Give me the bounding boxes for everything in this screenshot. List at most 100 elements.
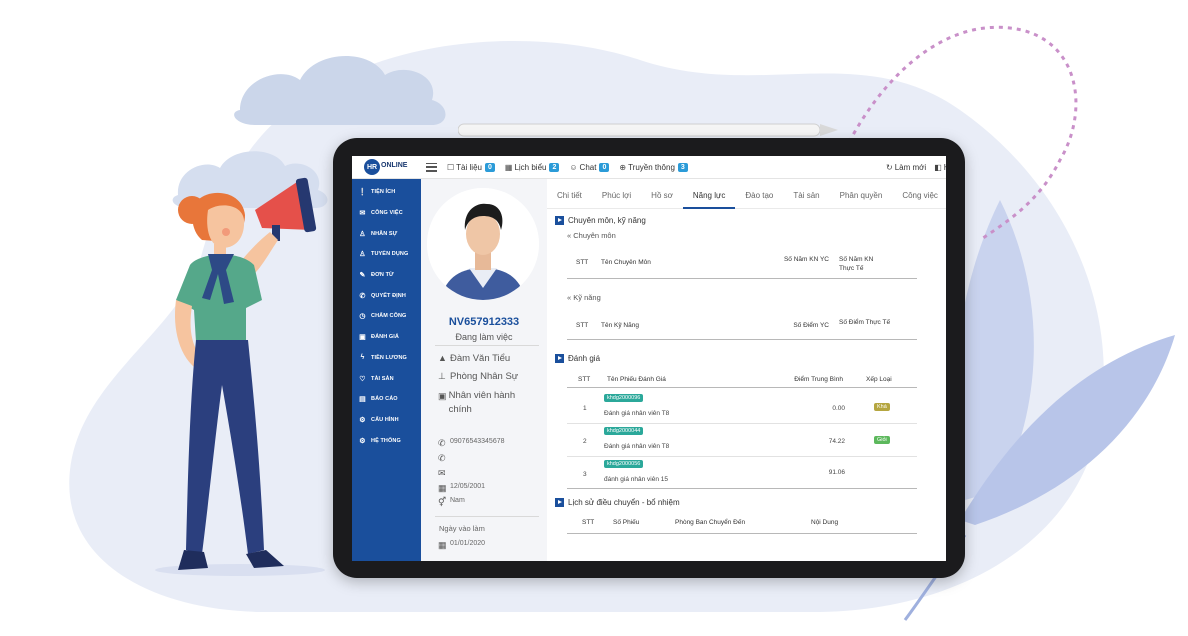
tab-details[interactable]: Chi tiết: [547, 179, 592, 209]
profile-panel: NV657912333 Đang làm việc ▲ Đàm Văn Tiểu…: [421, 179, 547, 561]
evaluation-code-tag[interactable]: khdg2000044: [604, 427, 644, 435]
row-divider: [567, 456, 917, 457]
salary-icon: ϟ: [360, 354, 365, 362]
history-title: Lịch sử điều chuyển - bổ nhiệm: [568, 498, 680, 507]
sidebar-item-label: CHẤM CÔNG: [371, 313, 407, 320]
employee-department-row: ⊥ Phòng Nhân Sự: [438, 371, 518, 382]
sidebar-item-config[interactable]: ⚙ CẤU HÌNH: [352, 410, 421, 431]
sidebar-item-salary[interactable]: ϟ TIỀN LƯƠNG: [352, 348, 421, 369]
expertise-header-required: Số Năm KN YC: [783, 256, 829, 263]
table-divider: [567, 387, 917, 388]
section-toggle-icon: [555, 216, 564, 225]
mail-icon: ✉: [438, 468, 446, 478]
evaluation-row-name[interactable]: Đánh giá nhân viên T8: [604, 443, 669, 450]
sidebar: ❕ TIỆN ÍCH ✉ CÔNG VIỆC ♙ NHÂN SỰ ♙ TUYỂN DỤN…: [352, 179, 421, 561]
app-logo[interactable]: HR ONLINE: [364, 158, 410, 176]
tab-work[interactable]: Công việc: [892, 179, 946, 209]
join-date: 01/01/2020: [450, 540, 486, 547]
tab-benefits[interactable]: Phúc lợi: [592, 179, 641, 209]
config-icon: ⚙: [359, 416, 366, 424]
avatar: [427, 188, 539, 300]
skill-subtitle: « Kỹ năng: [567, 293, 601, 302]
topbar-media[interactable]: ⊕ Truyền thông 3: [619, 162, 688, 172]
topbar-media-badge: 3: [677, 162, 688, 172]
history-header-number: Số Phiếu: [613, 519, 640, 526]
sidebar-item-assets[interactable]: ♡ TÀI SẢN: [352, 368, 421, 389]
topbar-documents-label: Tài liệu: [456, 162, 482, 172]
profile-menu-label: Hồ: [944, 163, 946, 172]
sidebar-item-label: TUYỂN DỤNG: [371, 251, 409, 258]
skill-header-stt: STT: [576, 322, 589, 329]
profile-icon: ◧: [934, 162, 942, 172]
report-icon: ▤: [359, 396, 366, 404]
skill-header-actual: Số Điểm Thực Tế: [839, 319, 891, 326]
profile-menu[interactable]: ◧ Hồ: [934, 163, 946, 172]
history-section-title[interactable]: Lịch sử điều chuyển - bổ nhiệm: [555, 498, 680, 507]
sidebar-item-reports[interactable]: ▤ BÁO CÁO: [352, 389, 421, 410]
sidebar-item-label: CÔNG VIỆC: [371, 210, 403, 217]
topbar-media-label: Truyền thông: [628, 162, 675, 172]
sidebar-item-decisions[interactable]: ✆ QUYẾT ĐỊNH: [352, 285, 421, 306]
tab-bar: Chi tiết Phúc lợi Hồ sơ Năng lực Đào tạo…: [547, 179, 946, 209]
sidebar-item-evaluation[interactable]: ▣ ĐÁNH GIÁ: [352, 327, 421, 348]
gender-icon: ⚥: [438, 497, 447, 507]
evaluation-row-name[interactable]: đánh giá nhân viên 15: [604, 476, 668, 483]
logo-mark: HR: [364, 159, 380, 175]
competency-section-title[interactable]: Chuyên môn, kỹ năng: [555, 216, 646, 225]
birthday-row: ▦ 12/05/2001: [438, 483, 485, 494]
evaluation-section-title[interactable]: Đánh giá: [555, 354, 600, 363]
calendar-icon: ▦: [438, 540, 447, 550]
refresh-button[interactable]: ↻ Làm mới: [886, 163, 926, 172]
sidebar-item-timekeeping[interactable]: ◷ CHẤM CÔNG: [352, 306, 421, 327]
skill-header-name: Tên Kỹ Năng: [601, 322, 639, 329]
tab-assets[interactable]: Tài sản: [783, 179, 829, 209]
topbar-calendar-label: Lịch biểu: [514, 162, 547, 172]
sidebar-item-requests[interactable]: ✎ ĐƠN TỪ: [352, 265, 421, 286]
tab-training[interactable]: Đào tạo: [735, 179, 783, 209]
sidebar-item-label: CẤU HÌNH: [371, 416, 399, 423]
section-toggle-icon: [555, 354, 564, 363]
history-header-stt: STT: [582, 519, 595, 526]
tab-records[interactable]: Hồ sơ: [641, 179, 683, 209]
sidebar-item-utilities[interactable]: ❕ TIỆN ÍCH: [352, 182, 421, 203]
briefcase-icon: ✉: [359, 210, 366, 218]
skill-header-required: Số Điểm YC: [793, 322, 829, 329]
employee-name-row: ▲ Đàm Văn Tiểu: [438, 353, 510, 364]
rating-icon: ▣: [359, 334, 366, 342]
topbar-chat-label: Chat: [579, 162, 597, 172]
evaluation-code-tag[interactable]: khdg2000096: [604, 394, 644, 402]
tab-competency[interactable]: Năng lực: [682, 179, 736, 209]
topbar-chat[interactable]: ☺ Chat 0: [569, 162, 610, 172]
clock-icon: ◷: [359, 313, 366, 321]
sidebar-item-personnel[interactable]: ♙ NHÂN SỰ: [352, 223, 421, 244]
topbar-chat-badge: 0: [599, 162, 610, 172]
avatar-photo: [427, 188, 539, 300]
tab-permissions[interactable]: Phân quyền: [830, 179, 893, 209]
grade-badge: Giỏi: [874, 436, 890, 444]
evaluation-row-name[interactable]: Đánh giá nhân viên T8: [604, 410, 669, 417]
sidebar-item-label: HỆ THỐNG: [371, 437, 401, 444]
history-header-content: Nội Dung: [811, 519, 839, 526]
sidebar-item-label: TIỀN LƯƠNG: [371, 354, 407, 361]
org-chart-icon: ⊥: [438, 371, 446, 381]
employee-position-row: ▣ Nhân viên hành chính: [438, 389, 530, 417]
employee-position: Nhân viên hành chính: [448, 390, 516, 415]
employee-gender: Nam: [450, 497, 465, 504]
sidebar-item-recruitment[interactable]: ♙ TUYỂN DỤNG: [352, 244, 421, 265]
phone-icon: ✆: [438, 453, 446, 463]
topbar-documents[interactable]: ☐ Tài liệu 0: [447, 162, 495, 172]
evaluation-code-tag[interactable]: khdg2000056: [604, 460, 644, 468]
sidebar-item-label: TIỆN ÍCH: [371, 189, 396, 196]
sidebar-item-work[interactable]: ✉ CÔNG VIỆC: [352, 203, 421, 224]
employee-department: Phòng Nhân Sự: [450, 371, 519, 382]
edit-icon: ✎: [359, 272, 366, 280]
evaluation-title: Đánh giá: [568, 354, 601, 363]
divider: [435, 345, 539, 346]
menu-toggle-icon[interactable]: [426, 162, 437, 172]
sidebar-item-label: QUYẾT ĐỊNH: [371, 292, 406, 299]
system-icon: ⚙: [359, 437, 366, 445]
evaluation-row-score: 0.00: [832, 405, 845, 412]
sidebar-item-system[interactable]: ⚙ HỆ THỐNG: [352, 430, 421, 451]
topbar-calendar[interactable]: ▦ Lịch biểu 2: [505, 162, 560, 172]
table-divider: [567, 533, 917, 534]
